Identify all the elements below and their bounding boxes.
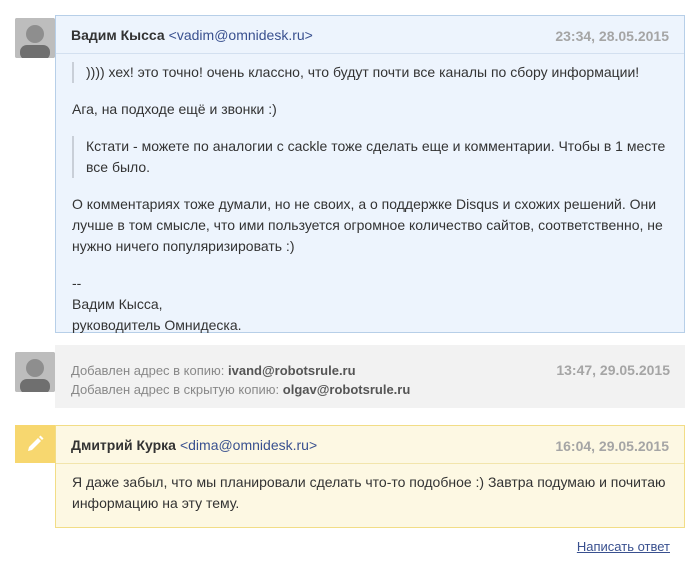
bcc-address: olgav@robotsrule.ru (282, 382, 411, 397)
system-event: Добавлен адрес в копию: ivand@robotsrule… (0, 345, 700, 410)
event-timestamp: 13:47, 29.05.2015 (556, 362, 670, 378)
author-email-link[interactable]: <dima@omnidesk.ru> (180, 437, 317, 453)
quote-block: )))) хех! это точно! очень классно, что … (72, 62, 669, 83)
signature-name: Вадим Кысса, (72, 296, 163, 312)
message-paragraph: О комментариях тоже думали, но не своих,… (72, 196, 663, 254)
pencil-icon (15, 425, 55, 463)
note-timestamp: 16:04, 29.05.2015 (555, 438, 669, 454)
bcc-label: Добавлен адрес в скрытую копию: (71, 382, 280, 397)
note-dmitry: Дмитрий Курка <dima@omnidesk.ru> 16:04, … (0, 425, 700, 529)
note-header: Дмитрий Курка <dima@omnidesk.ru> 16:04, … (56, 426, 684, 464)
quote-block: Кстати - можете по аналогии с cackle тож… (72, 136, 669, 178)
bcc-line: Добавлен адрес в скрытую копию: olgav@ro… (71, 380, 670, 399)
note-card: Дмитрий Курка <dima@omnidesk.ru> 16:04, … (55, 425, 685, 528)
message-paragraph: Ага, на подходе ещё и звонки :) (72, 101, 277, 117)
message-card: Вадим Кысса <vadim@omnidesk.ru> 23:34, 2… (55, 15, 685, 333)
cc-label: Добавлен адрес в копию: (71, 363, 225, 378)
note-text: Я даже забыл, что мы планировали сделать… (72, 474, 666, 511)
cc-address: ivand@robotsrule.ru (228, 363, 356, 378)
user-avatar (15, 352, 55, 392)
event-card: Добавлен адрес в копию: ivand@robotsrule… (55, 345, 685, 408)
reply-link[interactable]: Написать ответ (577, 539, 670, 554)
author-email-link[interactable]: <vadim@omnidesk.ru> (169, 27, 313, 43)
signature-dash: -- (72, 275, 82, 291)
message-header: Вадим Кысса <vadim@omnidesk.ru> 23:34, 2… (56, 16, 684, 54)
message-timestamp: 23:34, 28.05.2015 (555, 28, 669, 44)
message-vadim: Вадим Кысса <vadim@omnidesk.ru> 23:34, 2… (0, 15, 700, 335)
message-body: )))) хех! это точно! очень классно, что … (56, 54, 684, 336)
author-name: Вадим Кысса (71, 26, 165, 43)
signature: -- Вадим Кысса, руководитель Омнидеска. (72, 273, 669, 336)
author-name: Дмитрий Курка (71, 436, 176, 453)
note-body: Я даже забыл, что мы планировали сделать… (56, 464, 684, 514)
signature-title: руководитель Омнидеска. (72, 317, 242, 333)
user-avatar (15, 18, 55, 58)
